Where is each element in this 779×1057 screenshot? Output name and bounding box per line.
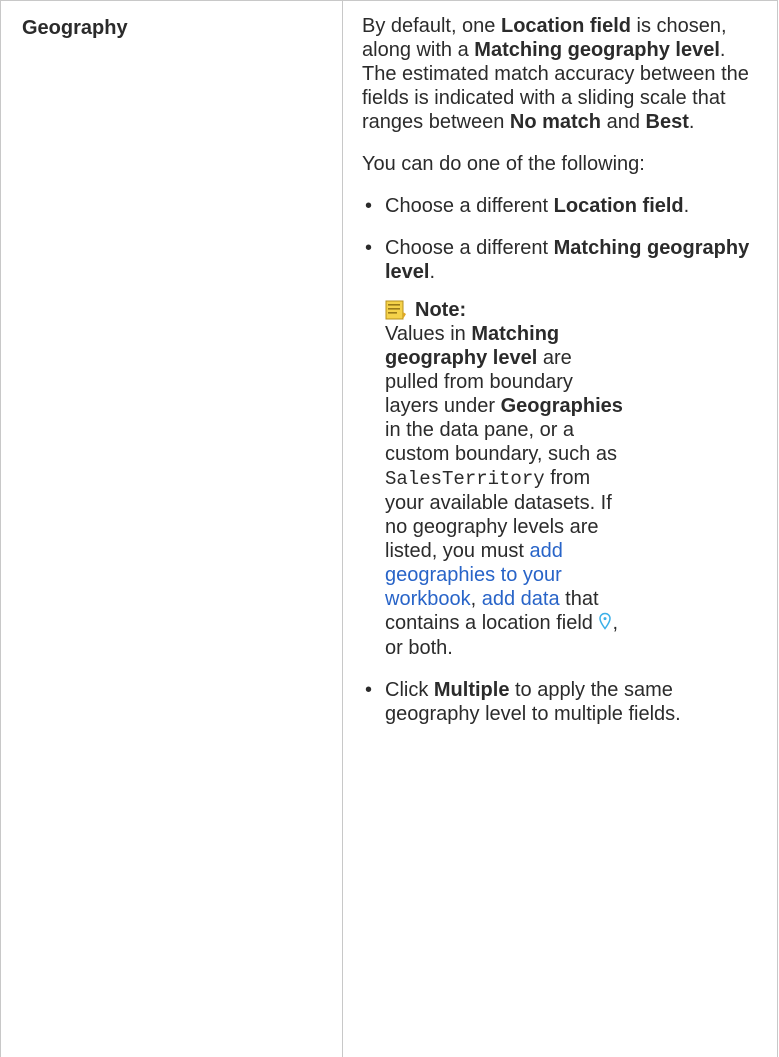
item1-text-end: .: [683, 195, 690, 217]
list-item: • Click Multiple to apply the same geogr…: [362, 678, 757, 726]
bullet: •: [365, 237, 373, 259]
list-item: • Choose a different Location field.: [362, 194, 757, 218]
options-list: • Choose a different Location field. • C…: [362, 194, 757, 726]
bullet: •: [365, 678, 373, 701]
description-cell: By default, one Location field is chosen…: [362, 14, 757, 744]
item2-text: Choose a different: [385, 237, 554, 259]
intro-bold-no-match: No match: [509, 111, 602, 133]
note-body: Values in Matching geography level are p…: [385, 322, 625, 660]
intro-bold-matching-geography-level: Matching geography level: [474, 39, 720, 61]
intro-bold-best: Best: [645, 111, 689, 133]
term-geography: Geography: [22, 17, 128, 39]
code-sales-territory: SalesTerritory: [385, 468, 545, 490]
intro-text-1: By default, one: [362, 15, 501, 37]
item3-bold-multiple: Multiple: [433, 678, 510, 701]
options-intro: You can do one of the following:: [362, 153, 645, 175]
location-field-icon: [598, 612, 612, 636]
link-add-data[interactable]: add data: [482, 588, 560, 610]
note-icon: [385, 300, 407, 320]
column-divider: [342, 0, 343, 1057]
bullet: •: [365, 195, 373, 217]
item3-text: Click: [385, 678, 434, 701]
intro-paragraph: By default, one Location field is chosen…: [362, 14, 757, 134]
note-text-1: Values in: [385, 323, 472, 345]
list-item: • Choose a different Matching geography …: [362, 236, 757, 660]
note-label: Note:: [415, 299, 467, 321]
note-bold-geographies: Geographies: [500, 395, 623, 417]
item1-text: Choose a different: [385, 195, 554, 217]
note-text-3: in the data pane, or a custom boundary, …: [385, 419, 617, 465]
item2-text-end: .: [429, 261, 436, 283]
intro-bold-location-field: Location field: [500, 15, 631, 37]
item1-bold: Location field: [553, 195, 684, 217]
note-header: Note:: [385, 298, 757, 322]
note-text-5: ,: [470, 588, 482, 610]
intro-text-5: .: [688, 111, 695, 133]
intro-text-4: and: [601, 111, 646, 133]
